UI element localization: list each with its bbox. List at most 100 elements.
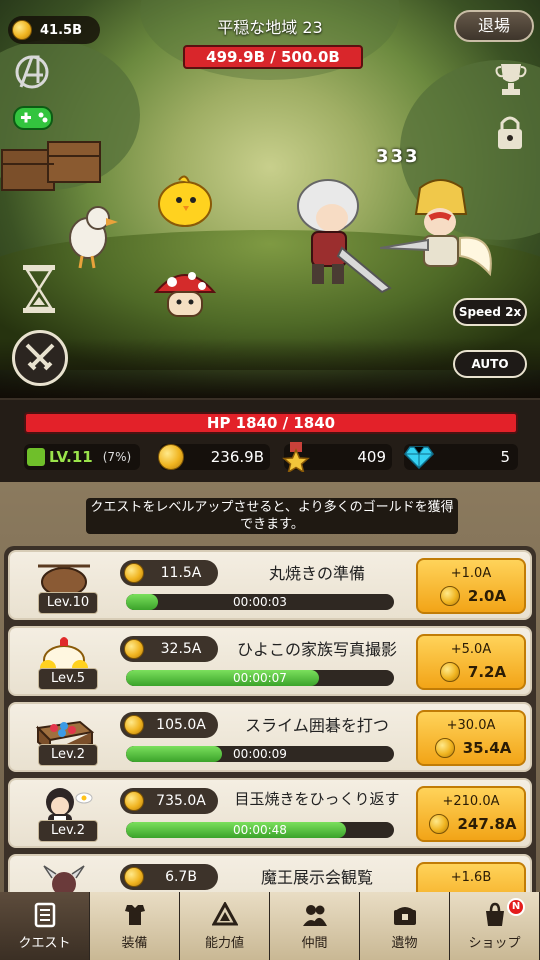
- coin-icon: [124, 563, 144, 583]
- nav-label: 能力値: [204, 935, 244, 951]
- quest-progress-bar: 00:00:07: [126, 670, 394, 686]
- quest-level-label: Lev.10: [38, 592, 98, 614]
- trophy-icon[interactable]: [494, 60, 528, 98]
- quest-row: Lev.10 11.5A 丸焼きの準備 00:00:03 +1.0A 2.0A: [8, 550, 532, 620]
- nav-tab-quest[interactable]: クエスト: [0, 892, 90, 960]
- medal-stat: 409: [282, 442, 392, 472]
- avengers-logo-icon[interactable]: [14, 52, 50, 92]
- nav-label: 遺物: [391, 935, 418, 951]
- quest-upgrade-button[interactable]: +1.6B: [416, 862, 526, 892]
- coin-icon: [124, 791, 144, 811]
- upgrade-gain: +30.0A: [446, 718, 496, 733]
- crossed-swords-icon[interactable]: [12, 330, 68, 386]
- quest-upgrade-button[interactable]: +210.0A 247.8A: [416, 786, 526, 842]
- coin-icon: [124, 715, 144, 735]
- level-box: LV.11 (7%): [24, 444, 140, 470]
- nav-label: 装備: [121, 935, 148, 951]
- quest-row: 6.7B 魔王展示会観覧 +1.6B: [8, 854, 532, 892]
- nav-tab-stats[interactable]: 能力値: [180, 892, 270, 960]
- quest-income: 6.7B: [120, 864, 218, 890]
- wooden-crates: [1, 141, 101, 191]
- nav-tab-shop[interactable]: ショップ N: [450, 892, 540, 960]
- gem-stat-value: 5: [500, 448, 510, 466]
- level-value: LV.11: [49, 448, 93, 466]
- coin-icon: [439, 662, 460, 682]
- quest-upgrade-button[interactable]: +1.0A 2.0A: [416, 558, 526, 614]
- upgrade-price: 35.4A: [462, 739, 512, 757]
- stats-icon: [211, 901, 238, 925]
- quest-income: 11.5A: [120, 560, 218, 586]
- quest-progress-bar: 00:00:09: [126, 746, 394, 762]
- hourglass-icon[interactable]: [20, 262, 58, 316]
- diamond-gem-icon: [404, 446, 434, 469]
- upgrade-gain: +5.0A: [450, 642, 492, 657]
- exit-button[interactable]: 退場: [454, 10, 534, 42]
- coin-icon: [434, 738, 455, 758]
- quest-name: 目玉焼きをひっくり返す: [234, 790, 400, 808]
- armored-knight-enemy: [380, 179, 492, 277]
- nav-label: クエスト: [18, 935, 71, 951]
- new-badge: N: [507, 898, 525, 916]
- gem-stat: 5: [404, 444, 518, 470]
- quest-name: 丸焼きの準備: [268, 564, 365, 583]
- quest-upgrade-button[interactable]: +5.0A 7.2A: [416, 634, 526, 690]
- quest-progress-bar: 00:00:48: [126, 822, 394, 838]
- boss-hp-bar: 499.9B / 500.0B: [183, 45, 363, 69]
- quest-row: Lev.2 105.0A スライム囲碁を打つ 00:00:09 +30.0A 3…: [8, 702, 532, 772]
- gold-stat-value: 236.9B: [210, 448, 264, 466]
- gamepad-icon[interactable]: [12, 102, 54, 134]
- quest-name: ひよこの家族写真撮影: [236, 640, 397, 659]
- quest-timer: 00:00:03: [233, 595, 287, 609]
- coin-icon: [429, 814, 450, 834]
- player-hp-bar: HP 1840 / 1840: [24, 412, 518, 434]
- quest-name: 魔王展示会観覧: [260, 868, 373, 887]
- coin-icon: [124, 639, 144, 659]
- quest-name: スライム囲碁を打つ: [245, 716, 389, 735]
- nav-tab-relics[interactable]: 遺物: [360, 892, 450, 960]
- hero-swordsman: [297, 179, 392, 294]
- quest-row: Lev.5 32.5A ひよこの家族写真撮影 00:00:07 +5.0A 7.…: [8, 626, 532, 696]
- quest-upgrade-button[interactable]: +30.0A 35.4A: [416, 710, 526, 766]
- quest-income: 32.5A: [120, 636, 218, 662]
- upgrade-gain: +1.0A: [450, 566, 492, 581]
- quest-level-label: Lev.2: [38, 820, 98, 842]
- quest-income: 105.0A: [120, 712, 218, 738]
- upgrade-gain: +210.0A: [442, 794, 500, 809]
- demon-king-icon: [43, 865, 85, 892]
- upgrade-price: 7.2A: [467, 663, 507, 681]
- quest-income-value: 735.0A: [156, 793, 206, 809]
- chest-icon: [393, 906, 416, 925]
- quest-list[interactable]: Lev.10 11.5A 丸焼きの準備 00:00:03 +1.0A 2.0A …: [4, 546, 536, 892]
- friends-icon: [302, 904, 327, 926]
- coin-icon: [124, 867, 144, 887]
- lock-icon[interactable]: [494, 112, 526, 152]
- quest-row: Lev.2 735.0A 目玉焼きをひっくり返す 00:00:48 +210.0…: [8, 778, 532, 848]
- quest-income-value: 6.7B: [165, 869, 197, 885]
- gold-stat: 236.9B: [158, 444, 270, 470]
- medal-stat-value: 409: [357, 448, 386, 466]
- white-bird-monster: [69, 206, 118, 269]
- speed-button[interactable]: Speed 2x: [453, 298, 527, 326]
- nav-tab-equipment[interactable]: 装備: [90, 892, 180, 960]
- quest-timer: 00:00:09: [233, 747, 287, 761]
- auto-button[interactable]: AUTO: [453, 350, 527, 378]
- medal-star-icon: [282, 442, 310, 472]
- armor-icon: [124, 904, 145, 925]
- upgrade-price: 247.8A: [457, 815, 517, 833]
- yellow-chick-monster: [158, 175, 212, 227]
- nav-tab-friends[interactable]: 仲間: [270, 892, 360, 960]
- level-percent: (7%): [102, 450, 132, 464]
- mushroom-monster: [153, 272, 217, 317]
- quest-income-value: 11.5A: [160, 565, 202, 581]
- quest-income: 735.0A: [120, 788, 218, 814]
- quest-timer: 00:00:07: [233, 671, 287, 685]
- damage-number: 333: [376, 146, 420, 167]
- level-square-icon: [27, 448, 45, 466]
- upgrade-price: 2.0A: [467, 587, 507, 605]
- shop-bag-icon: [485, 902, 504, 926]
- bottom-nav: クエスト 装備 能力値 仲間 遺物 ショップ N: [0, 892, 540, 960]
- quest-panel: クエストをレベルアップさせると、より多くのゴールドを獲得できます。 Lev.10…: [0, 482, 540, 892]
- upgrade-gain: +1.6B: [450, 870, 492, 885]
- scroll-icon: [34, 902, 55, 927]
- nav-label: 仲間: [301, 935, 328, 951]
